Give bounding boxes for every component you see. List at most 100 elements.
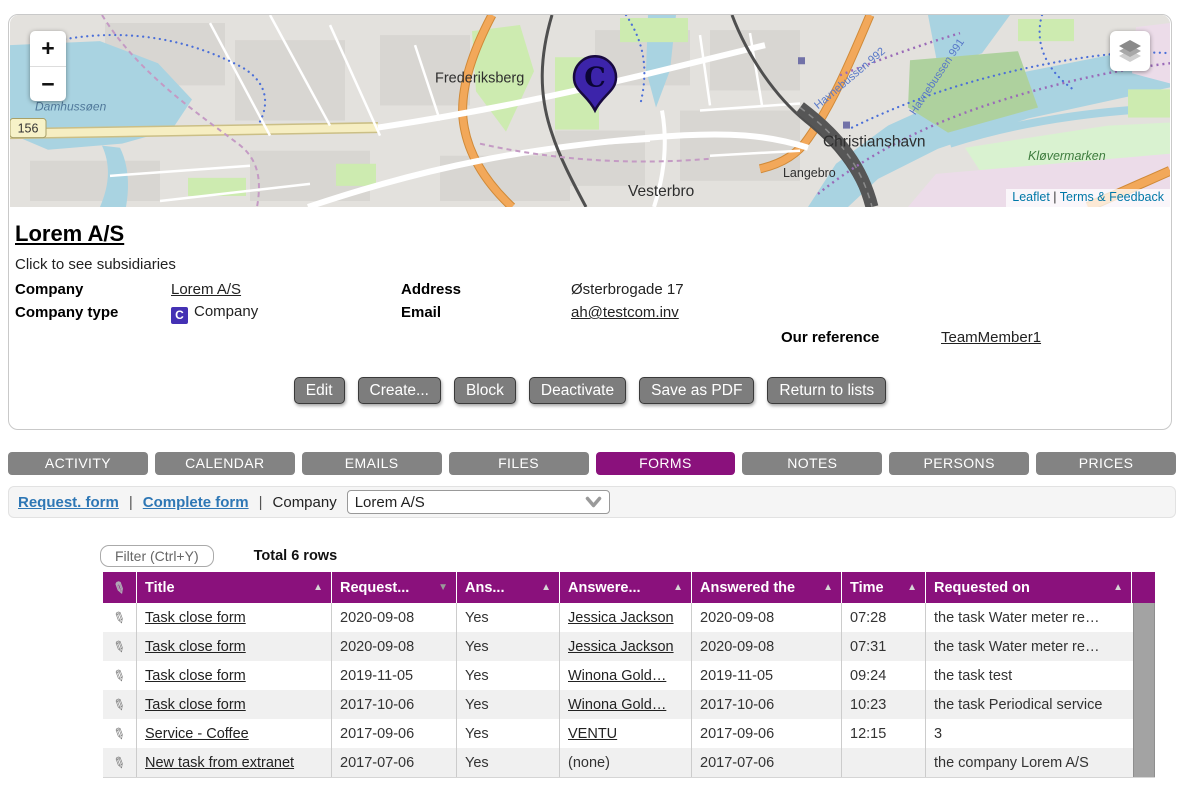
requested-on-cell: the task Water meter re… (926, 603, 1132, 632)
zoom-in-button[interactable]: + (30, 31, 66, 66)
requested-on-cell: 3 (926, 719, 1132, 748)
time-cell: 07:31 (842, 632, 926, 661)
requested-date-cell: 2019-11-05 (332, 661, 457, 690)
answered-cell: Yes (457, 632, 560, 661)
edit-pencil-icon[interactable]: ✎ (110, 723, 129, 745)
time-cell (842, 748, 926, 777)
sort-desc-icon: ▼ (438, 582, 448, 593)
layers-icon (1116, 37, 1144, 65)
column-header-answered[interactable]: Ans...▲ (457, 572, 560, 603)
address-label: Address (401, 281, 461, 298)
company-value-link[interactable]: Lorem A/S (171, 281, 241, 298)
sort-asc-icon: ▲ (673, 582, 683, 593)
answered-by-link[interactable]: Winona Gold… (568, 668, 666, 684)
create-button[interactable]: Create... (358, 377, 441, 404)
sort-asc-icon: ▲ (907, 582, 917, 593)
column-label: Answered the (700, 580, 795, 596)
attribution-separator: | (1053, 190, 1056, 204)
form-title-link[interactable]: New task from extranet (145, 755, 294, 771)
chevron-down-icon (585, 496, 602, 509)
deactivate-button[interactable]: Deactivate (529, 377, 626, 404)
table-row: ✎ Task close form 2020-09-08 Yes Jessica… (103, 632, 1155, 661)
leaflet-link[interactable]: Leaflet (1012, 190, 1050, 204)
map-layers-button[interactable] (1110, 31, 1150, 71)
table-row: ✎ Task close form 2020-09-08 Yes Jessica… (103, 603, 1155, 632)
company-select[interactable]: Lorem A/S (347, 490, 610, 514)
form-title-link[interactable]: Task close form (145, 610, 246, 626)
tab-forms[interactable]: FORMS (596, 452, 736, 475)
column-header-requested-on[interactable]: Requested on▲ (926, 572, 1132, 603)
tab-persons[interactable]: PERSONS (889, 452, 1029, 475)
answered-by-none: (none) (568, 755, 610, 771)
column-header-filler (1132, 572, 1155, 603)
form-title-link[interactable]: Task close form (145, 668, 246, 684)
map[interactable]: 156 Frederiksberg Vesterbro Christiansha… (10, 15, 1170, 207)
edit-pencil-icon[interactable]: ✎ (110, 694, 129, 716)
edit-pencil-icon[interactable]: ✎ (110, 636, 129, 658)
answered-by-link[interactable]: Jessica Jackson (568, 610, 674, 626)
road-shield-label: 156 (18, 122, 39, 136)
requested-on-cell: the task Periodical service (926, 690, 1132, 719)
answered-by-link[interactable]: VENTU (568, 726, 617, 742)
column-header-time[interactable]: Time▲ (842, 572, 926, 603)
block-button[interactable]: Block (454, 377, 516, 404)
map-label-vesterbro: Vesterbro (628, 183, 694, 200)
tab-files[interactable]: FILES (449, 452, 589, 475)
company-type-badge: C (171, 307, 188, 324)
edit-pencil-icon: ✎ (110, 577, 129, 599)
map-attribution: Leaflet | Terms & Feedback (1006, 189, 1170, 207)
tab-calendar[interactable]: CALENDAR (155, 452, 295, 475)
tab-notes[interactable]: NOTES (742, 452, 882, 475)
return-to-lists-button[interactable]: Return to lists (767, 377, 886, 404)
edit-pencil-icon[interactable]: ✎ (110, 607, 129, 629)
our-reference-link[interactable]: TeamMember1 (941, 329, 1041, 346)
complete-form-link[interactable]: Complete form (143, 494, 249, 511)
edit-pencil-icon[interactable]: ✎ (110, 665, 129, 687)
zoom-out-button[interactable]: − (30, 66, 66, 101)
company-type-value: C Company (171, 303, 258, 324)
email-link[interactable]: ah@testcom.inv (571, 304, 679, 321)
section-tabs: ACTIVITY CALENDAR EMAILS FILES FORMS NOT… (8, 452, 1176, 475)
company-type-text: Company (194, 303, 258, 320)
answered-by-link[interactable]: Winona Gold… (568, 697, 666, 713)
column-header-answered-by[interactable]: Answere... ▲ (560, 572, 692, 603)
form-title-link[interactable]: Task close form (145, 697, 246, 713)
tab-prices[interactable]: PRICES (1036, 452, 1176, 475)
request-form-link[interactable]: Request. form (18, 494, 119, 511)
requested-on-cell: the task test (926, 661, 1132, 690)
edit-pencil-icon[interactable]: ✎ (110, 752, 129, 774)
column-label: Answere... (568, 580, 641, 596)
terms-feedback-link[interactable]: Terms & Feedback (1060, 190, 1164, 204)
answered-the-cell: 2020-09-08 (692, 603, 842, 632)
edit-button[interactable]: Edit (294, 377, 345, 404)
column-header-requested[interactable]: Request...▼ (332, 572, 457, 603)
answered-the-cell: 2020-09-08 (692, 632, 842, 661)
requested-on-cell: the task Water meter re… (926, 632, 1132, 661)
save-as-pdf-button[interactable]: Save as PDF (639, 377, 754, 404)
column-label: Title (145, 580, 175, 596)
answered-cell: Yes (457, 719, 560, 748)
time-cell: 09:24 (842, 661, 926, 690)
requested-on-cell: the company Lorem A/S (926, 748, 1132, 777)
answered-by-link[interactable]: Jessica Jackson (568, 639, 674, 655)
column-label: Ans... (465, 580, 504, 596)
table-scrollbar[interactable] (1133, 603, 1155, 777)
column-header-answered-the[interactable]: Answered the▲ (692, 572, 842, 603)
time-cell: 10:23 (842, 690, 926, 719)
subsidiaries-hint: Click to see subsidiaries (15, 256, 176, 273)
requested-date-cell: 2017-07-06 (332, 748, 457, 777)
email-label: Email (401, 304, 441, 321)
map-label-langebro: Langebro (783, 166, 836, 180)
company-name-heading[interactable]: Lorem A/S (15, 221, 124, 247)
map-label-frederiksberg: Frederiksberg (435, 70, 524, 86)
filter-button[interactable]: Filter (Ctrl+Y) (100, 545, 214, 567)
column-header-title[interactable]: Title▲ (137, 572, 332, 603)
road-shield: 156 (10, 119, 46, 138)
tab-activity[interactable]: ACTIVITY (8, 452, 148, 475)
form-title-link[interactable]: Task close form (145, 639, 246, 655)
tab-emails[interactable]: EMAILS (302, 452, 442, 475)
company-select-label: Company (273, 494, 337, 511)
form-title-link[interactable]: Service - Coffee (145, 726, 249, 742)
total-rows-text: Total 6 rows (254, 548, 338, 564)
column-header-edit[interactable]: ✎ (103, 572, 137, 603)
